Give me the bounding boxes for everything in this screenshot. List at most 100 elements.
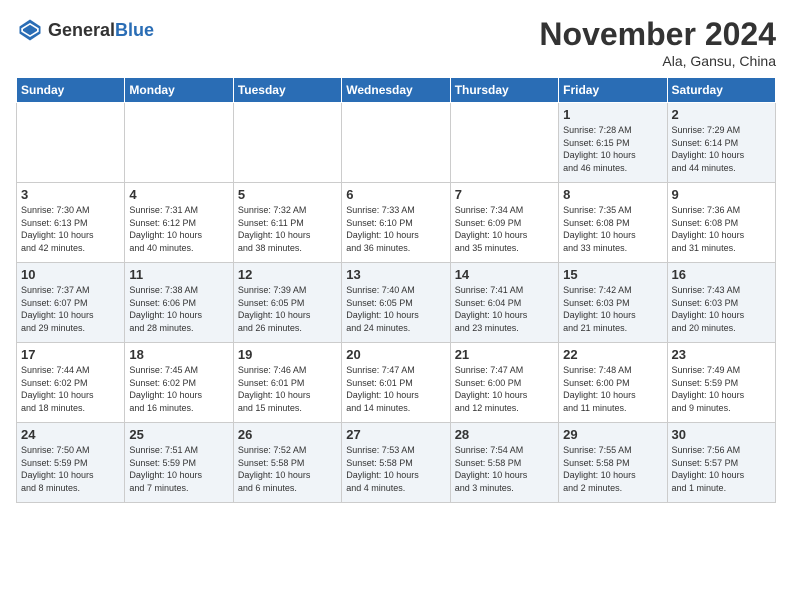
- calendar-table: SundayMondayTuesdayWednesdayThursdayFrid…: [16, 77, 776, 503]
- header-day: Monday: [125, 78, 233, 103]
- calendar-cell: 27Sunrise: 7:53 AM Sunset: 5:58 PM Dayli…: [342, 423, 450, 503]
- calendar-week-row: 3Sunrise: 7:30 AM Sunset: 6:13 PM Daylig…: [17, 183, 776, 263]
- day-info: Sunrise: 7:51 AM Sunset: 5:59 PM Dayligh…: [129, 444, 228, 494]
- calendar-week-row: 10Sunrise: 7:37 AM Sunset: 6:07 PM Dayli…: [17, 263, 776, 343]
- day-info: Sunrise: 7:34 AM Sunset: 6:09 PM Dayligh…: [455, 204, 554, 254]
- day-info: Sunrise: 7:41 AM Sunset: 6:04 PM Dayligh…: [455, 284, 554, 334]
- calendar-cell: 13Sunrise: 7:40 AM Sunset: 6:05 PM Dayli…: [342, 263, 450, 343]
- day-info: Sunrise: 7:46 AM Sunset: 6:01 PM Dayligh…: [238, 364, 337, 414]
- day-info: Sunrise: 7:29 AM Sunset: 6:14 PM Dayligh…: [672, 124, 771, 174]
- calendar-cell: 8 Sunrise: 7:35 AM Sunset: 6:08 PM Daylig…: [559, 183, 667, 263]
- day-number: 23: [672, 347, 771, 362]
- day-number: 1: [563, 107, 662, 122]
- day-info: Sunrise: 7:31 AM Sunset: 6:12 PM Dayligh…: [129, 204, 228, 254]
- header-day: Wednesday: [342, 78, 450, 103]
- day-number: 27: [346, 427, 445, 442]
- day-number: 30: [672, 427, 771, 442]
- calendar-cell: 30 Sunrise: 7:56 AM Sunset: 5:57 PM Dayli…: [667, 423, 775, 503]
- calendar-cell: 14 Sunrise: 7:41 AM Sunset: 6:04 PM Dayli…: [450, 263, 558, 343]
- calendar-cell: [450, 103, 558, 183]
- header-day: Saturday: [667, 78, 775, 103]
- day-number: 24: [21, 427, 120, 442]
- day-number: 5: [238, 187, 337, 202]
- day-number: 14: [455, 267, 554, 282]
- calendar-cell: 3Sunrise: 7:30 AM Sunset: 6:13 PM Daylig…: [17, 183, 125, 263]
- header-day: Sunday: [17, 78, 125, 103]
- day-info: Sunrise: 7:56 AM Sunset: 5:57 PM Dayligh…: [672, 444, 771, 494]
- day-number: 29: [563, 427, 662, 442]
- day-info: Sunrise: 7:33 AM Sunset: 6:10 PM Dayligh…: [346, 204, 445, 254]
- calendar-cell: 18 Sunrise: 7:45 AM Sunset: 6:02 PM Dayli…: [125, 343, 233, 423]
- calendar-week-row: 17 Sunrise: 7:44 AM Sunset: 6:02 PM Dayli…: [17, 343, 776, 423]
- day-number: 17: [21, 347, 120, 362]
- day-info: Sunrise: 7:35 AM Sunset: 6:08 PM Dayligh…: [563, 204, 662, 254]
- day-number: 10: [21, 267, 120, 282]
- day-number: 18: [129, 347, 228, 362]
- day-info: Sunrise: 7:54 AM Sunset: 5:58 PM Dayligh…: [455, 444, 554, 494]
- calendar-cell: 25 Sunrise: 7:51 AM Sunset: 5:59 PM Dayli…: [125, 423, 233, 503]
- header-day: Friday: [559, 78, 667, 103]
- logo-icon: [16, 16, 44, 44]
- day-number: 7: [455, 187, 554, 202]
- day-number: 11: [129, 267, 228, 282]
- day-info: Sunrise: 7:44 AM Sunset: 6:02 PM Dayligh…: [21, 364, 120, 414]
- day-info: Sunrise: 7:45 AM Sunset: 6:02 PM Dayligh…: [129, 364, 228, 414]
- day-info: Sunrise: 7:48 AM Sunset: 6:00 PM Dayligh…: [563, 364, 662, 414]
- calendar-cell: 1 Sunrise: 7:28 AM Sunset: 6:15 PM Daylig…: [559, 103, 667, 183]
- day-info: Sunrise: 7:47 AM Sunset: 6:00 PM Dayligh…: [455, 364, 554, 414]
- header-day: Thursday: [450, 78, 558, 103]
- calendar-header: SundayMondayTuesdayWednesdayThursdayFrid…: [17, 78, 776, 103]
- day-number: 22: [563, 347, 662, 362]
- calendar-cell: 29 Sunrise: 7:55 AM Sunset: 5:58 PM Dayli…: [559, 423, 667, 503]
- calendar-cell: [342, 103, 450, 183]
- day-number: 15: [563, 267, 662, 282]
- day-number: 25: [129, 427, 228, 442]
- day-info: Sunrise: 7:52 AM Sunset: 5:58 PM Dayligh…: [238, 444, 337, 494]
- calendar-cell: 4 Sunrise: 7:31 AM Sunset: 6:12 PM Daylig…: [125, 183, 233, 263]
- day-number: 19: [238, 347, 337, 362]
- calendar-cell: 17 Sunrise: 7:44 AM Sunset: 6:02 PM Dayli…: [17, 343, 125, 423]
- day-info: Sunrise: 7:38 AM Sunset: 6:06 PM Dayligh…: [129, 284, 228, 334]
- calendar-body: 1 Sunrise: 7:28 AM Sunset: 6:15 PM Daylig…: [17, 103, 776, 503]
- day-number: 16: [672, 267, 771, 282]
- calendar-cell: 11 Sunrise: 7:38 AM Sunset: 6:06 PM Dayli…: [125, 263, 233, 343]
- day-number: 2: [672, 107, 771, 122]
- day-info: Sunrise: 7:55 AM Sunset: 5:58 PM Dayligh…: [563, 444, 662, 494]
- day-number: 20: [346, 347, 445, 362]
- logo-general: General: [48, 20, 115, 40]
- calendar-cell: [125, 103, 233, 183]
- month-title: November 2024: [539, 16, 776, 53]
- calendar-cell: 7 Sunrise: 7:34 AM Sunset: 6:09 PM Daylig…: [450, 183, 558, 263]
- calendar-cell: 22 Sunrise: 7:48 AM Sunset: 6:00 PM Dayli…: [559, 343, 667, 423]
- day-number: 8: [563, 187, 662, 202]
- calendar-cell: 28Sunrise: 7:54 AM Sunset: 5:58 PM Dayli…: [450, 423, 558, 503]
- calendar-cell: 15 Sunrise: 7:42 AM Sunset: 6:03 PM Dayli…: [559, 263, 667, 343]
- day-number: 26: [238, 427, 337, 442]
- calendar-cell: 23 Sunrise: 7:49 AM Sunset: 5:59 PM Dayli…: [667, 343, 775, 423]
- calendar-cell: 24 Sunrise: 7:50 AM Sunset: 5:59 PM Dayli…: [17, 423, 125, 503]
- day-number: 9: [672, 187, 771, 202]
- day-number: 6: [346, 187, 445, 202]
- calendar-cell: 21 Sunrise: 7:47 AM Sunset: 6:00 PM Dayli…: [450, 343, 558, 423]
- day-number: 4: [129, 187, 228, 202]
- location: Ala, Gansu, China: [539, 53, 776, 69]
- header-day: Tuesday: [233, 78, 341, 103]
- day-info: Sunrise: 7:43 AM Sunset: 6:03 PM Dayligh…: [672, 284, 771, 334]
- day-info: Sunrise: 7:50 AM Sunset: 5:59 PM Dayligh…: [21, 444, 120, 494]
- calendar-cell: 5Sunrise: 7:32 AM Sunset: 6:11 PM Daylig…: [233, 183, 341, 263]
- calendar-cell: [233, 103, 341, 183]
- day-info: Sunrise: 7:40 AM Sunset: 6:05 PM Dayligh…: [346, 284, 445, 334]
- day-info: Sunrise: 7:28 AM Sunset: 6:15 PM Dayligh…: [563, 124, 662, 174]
- calendar-cell: 16 Sunrise: 7:43 AM Sunset: 6:03 PM Dayli…: [667, 263, 775, 343]
- day-info: Sunrise: 7:42 AM Sunset: 6:03 PM Dayligh…: [563, 284, 662, 334]
- logo-text: GeneralBlue: [48, 20, 154, 41]
- calendar-cell: 12Sunrise: 7:39 AM Sunset: 6:05 PM Dayli…: [233, 263, 341, 343]
- calendar-cell: 6 Sunrise: 7:33 AM Sunset: 6:10 PM Daylig…: [342, 183, 450, 263]
- day-number: 21: [455, 347, 554, 362]
- day-info: Sunrise: 7:49 AM Sunset: 5:59 PM Dayligh…: [672, 364, 771, 414]
- day-info: Sunrise: 7:47 AM Sunset: 6:01 PM Dayligh…: [346, 364, 445, 414]
- day-info: Sunrise: 7:39 AM Sunset: 6:05 PM Dayligh…: [238, 284, 337, 334]
- calendar-cell: 20 Sunrise: 7:47 AM Sunset: 6:01 PM Dayli…: [342, 343, 450, 423]
- calendar-cell: [17, 103, 125, 183]
- calendar-cell: 2 Sunrise: 7:29 AM Sunset: 6:14 PM Daylig…: [667, 103, 775, 183]
